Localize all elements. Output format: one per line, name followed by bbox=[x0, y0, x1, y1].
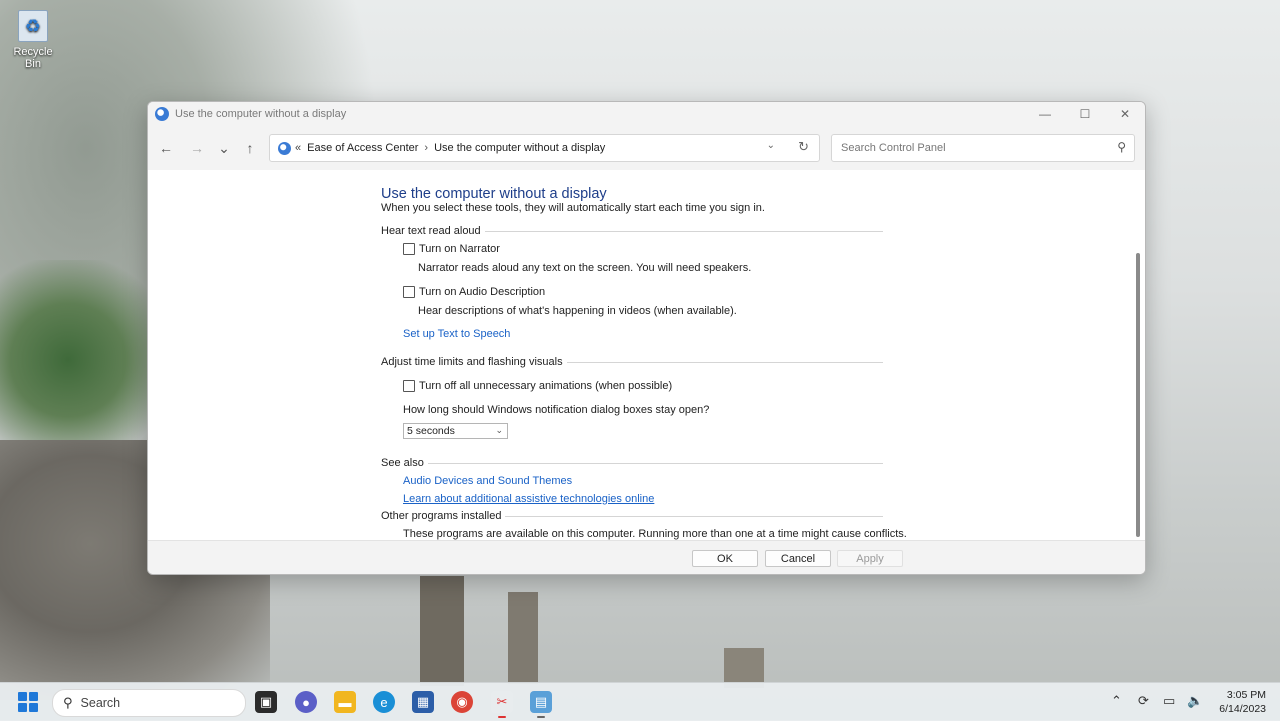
ok-button[interactable]: OK bbox=[692, 550, 758, 567]
section-label: See also bbox=[381, 457, 424, 469]
network-icon[interactable]: ▭ bbox=[1163, 693, 1175, 709]
audio-description-description: Hear descriptions of what's happening in… bbox=[418, 305, 737, 317]
audio-description-checkbox[interactable] bbox=[403, 286, 415, 298]
clock-time: 3:05 PM bbox=[1226, 689, 1266, 701]
section-divider bbox=[427, 462, 883, 464]
volume-muted-icon[interactable]: 🔈 bbox=[1187, 693, 1203, 709]
window-controls: — ☐ ✕ bbox=[1025, 102, 1145, 126]
dialog-footer: OK Cancel Apply bbox=[148, 540, 1145, 574]
wallpaper-post bbox=[420, 576, 464, 686]
search-input[interactable] bbox=[839, 135, 1093, 161]
window-title: Use the computer without a display bbox=[175, 108, 347, 120]
section-label: Other programs installed bbox=[381, 510, 502, 522]
chevron-down-icon: ⌄ bbox=[495, 425, 503, 435]
audio-description-label[interactable]: Turn on Audio Description bbox=[419, 286, 545, 298]
taskbar-search-label: Search bbox=[80, 696, 121, 710]
other-programs-description: These programs are available on this com… bbox=[403, 528, 907, 540]
active-app-indicator bbox=[537, 716, 545, 718]
ease-of-access-icon bbox=[278, 141, 291, 155]
chevron-down-icon[interactable]: ⌄ bbox=[767, 140, 775, 151]
windows-logo-icon bbox=[29, 703, 38, 712]
narrator-description: Narrator reads aloud any text on the scr… bbox=[418, 262, 752, 274]
audio-description-option[interactable]: Turn on Audio Description bbox=[403, 286, 545, 298]
show-hidden-icons-chevron-up-icon[interactable]: ⌃ bbox=[1111, 693, 1122, 709]
windows-logo-icon bbox=[18, 692, 27, 701]
recycle-bin-shortcut[interactable]: ♻ Recycle Bin bbox=[6, 10, 60, 70]
section-divider bbox=[484, 230, 883, 232]
recycle-bin-label: Recycle Bin bbox=[13, 46, 53, 70]
breadcrumb-ease-of-access-center[interactable]: Ease of Access Center bbox=[307, 142, 418, 154]
notification-duration-select[interactable]: 5 seconds ⌄ bbox=[403, 423, 508, 439]
notification-question: How long should Windows notification dia… bbox=[403, 404, 710, 416]
narrator-option[interactable]: Turn on Narrator bbox=[403, 243, 500, 255]
page-title: Use the computer without a display bbox=[381, 186, 607, 202]
recent-locations-button[interactable]: ⌄ bbox=[214, 138, 234, 158]
vertical-scrollbar[interactable] bbox=[1136, 253, 1140, 537]
wallpaper-foliage bbox=[0, 260, 170, 460]
start-button[interactable] bbox=[18, 692, 38, 712]
wallpaper-post bbox=[508, 592, 538, 684]
store-icon[interactable]: ▦ bbox=[412, 691, 434, 713]
section-divider bbox=[505, 515, 883, 517]
back-button[interactable]: ← bbox=[156, 138, 176, 158]
clock[interactable]: 3:05 PM 6/14/2023 bbox=[1219, 688, 1266, 716]
narrator-checkbox[interactable] bbox=[403, 243, 415, 255]
breadcrumb-current-page[interactable]: Use the computer without a display bbox=[434, 142, 605, 154]
notification-duration-value: 5 seconds bbox=[407, 425, 455, 437]
search-icon: ⚲ bbox=[63, 695, 73, 710]
section-label: Adjust time limits and flashing visuals bbox=[381, 356, 563, 368]
section-time-limits: Adjust time limits and flashing visuals bbox=[381, 356, 883, 368]
apply-button[interactable]: Apply bbox=[837, 550, 903, 567]
section-divider bbox=[566, 361, 883, 363]
minimize-button[interactable]: — bbox=[1025, 102, 1065, 126]
breadcrumb-overflow[interactable]: « bbox=[295, 142, 301, 154]
taskbar: ⚲ Search ▣ ● ▬ e ▦ ◉ ✂ ▤ ⌃ ⟳ ▭ 🔈 3:05 PM… bbox=[0, 682, 1280, 721]
address-bar[interactable]: « Ease of Access Center › Use the comput… bbox=[269, 134, 820, 162]
control-panel-icon[interactable]: ▤ bbox=[530, 691, 552, 713]
close-button[interactable]: ✕ bbox=[1105, 102, 1145, 126]
chat-icon[interactable]: ● bbox=[295, 691, 317, 713]
control-panel-window: Use the computer without a display — ☐ ✕… bbox=[147, 101, 1146, 575]
windows-logo-icon bbox=[29, 692, 38, 701]
text-to-speech-link[interactable]: Set up Text to Speech bbox=[403, 328, 510, 340]
main-content: Use the computer without a display When … bbox=[148, 170, 1145, 540]
title-bar[interactable]: Use the computer without a display — ☐ ✕ bbox=[148, 102, 1145, 126]
refresh-icon[interactable]: ↻ bbox=[798, 139, 809, 155]
up-button[interactable]: ↑ bbox=[240, 138, 260, 158]
forward-button[interactable]: → bbox=[187, 138, 207, 158]
recycle-bin-icon: ♻ bbox=[18, 10, 48, 42]
ease-of-access-icon bbox=[155, 107, 169, 121]
maximize-button[interactable]: ☐ bbox=[1065, 102, 1105, 126]
section-label: Hear text read aloud bbox=[381, 225, 481, 237]
chrome-browser-icon[interactable]: ◉ bbox=[451, 691, 473, 713]
narrator-label[interactable]: Turn on Narrator bbox=[419, 243, 500, 255]
animations-label[interactable]: Turn off all unnecessary animations (whe… bbox=[419, 380, 672, 392]
active-app-indicator bbox=[498, 716, 506, 718]
section-see-also: See also bbox=[381, 457, 883, 469]
sync-icon[interactable]: ⟳ bbox=[1138, 693, 1149, 709]
taskbar-search[interactable]: ⚲ Search bbox=[52, 689, 246, 717]
file-explorer-icon[interactable]: ▬ bbox=[334, 691, 356, 713]
navigation-bar: ← → ⌄ ↑ « Ease of Access Center › Use th… bbox=[148, 126, 1145, 170]
edge-browser-icon[interactable]: e bbox=[373, 691, 395, 713]
animations-checkbox[interactable] bbox=[403, 380, 415, 392]
audio-devices-link[interactable]: Audio Devices and Sound Themes bbox=[403, 475, 572, 487]
task-view-icon[interactable]: ▣ bbox=[255, 691, 277, 713]
section-hear-text: Hear text read aloud bbox=[381, 225, 883, 237]
windows-logo-icon bbox=[18, 703, 27, 712]
snipping-tool-icon[interactable]: ✂ bbox=[491, 691, 513, 713]
cancel-button[interactable]: Cancel bbox=[765, 550, 831, 567]
page-subtitle: When you select these tools, they will a… bbox=[381, 202, 765, 214]
clock-date: 6/14/2023 bbox=[1219, 703, 1266, 715]
section-other-programs: Other programs installed bbox=[381, 510, 883, 522]
search-box[interactable]: ⚲ bbox=[831, 134, 1135, 162]
breadcrumb-separator[interactable]: › bbox=[424, 142, 428, 154]
animations-option[interactable]: Turn off all unnecessary animations (whe… bbox=[403, 380, 672, 392]
search-icon[interactable]: ⚲ bbox=[1117, 140, 1126, 154]
assistive-technologies-link[interactable]: Learn about additional assistive technol… bbox=[403, 493, 654, 505]
